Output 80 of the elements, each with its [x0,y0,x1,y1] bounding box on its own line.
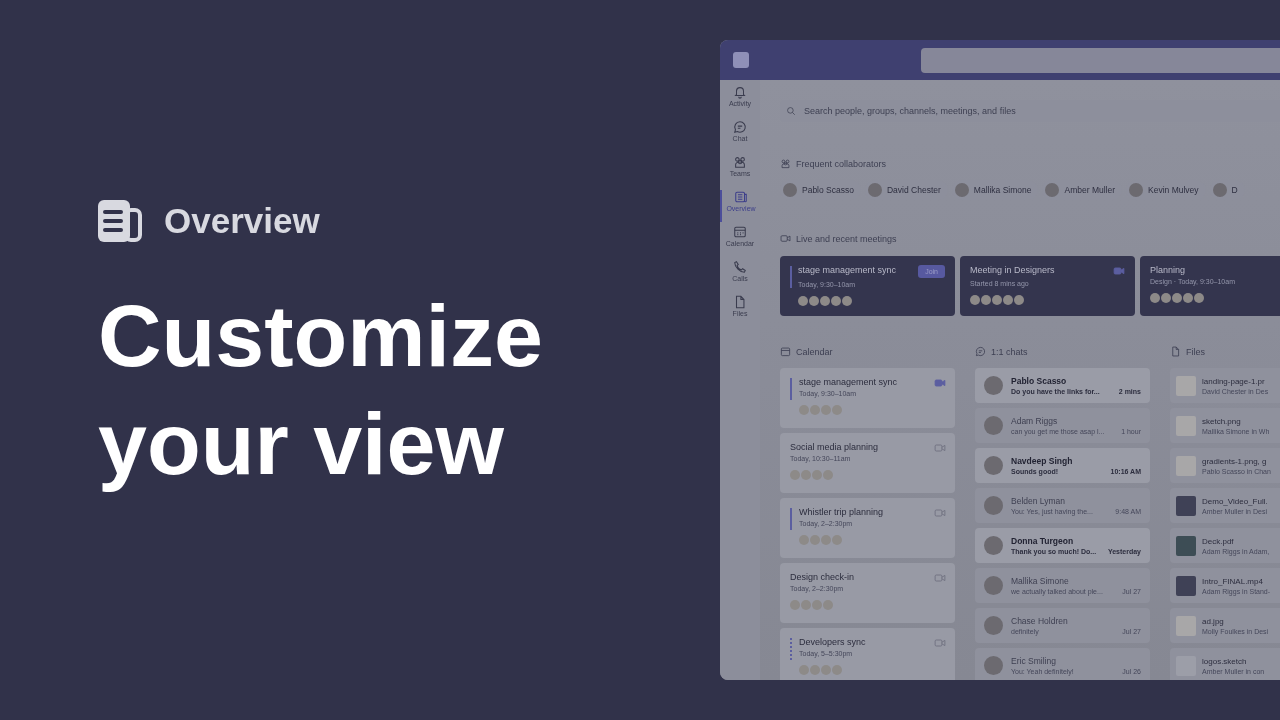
avatar-icon [1129,183,1144,197]
file-name: gradients-1.png, g [1202,456,1268,466]
people-icon [780,158,791,169]
image-thumbnail [1176,615,1196,636]
event-marker [790,378,792,400]
pdf-thumbnail [1176,535,1196,556]
section-heading: Live and recent meetings [796,233,897,244]
people-icon [733,155,747,169]
calendar-icon [733,225,747,239]
event-title: Design check-in [790,572,856,582]
bell-icon [733,85,747,99]
title-search-field[interactable] [921,47,1280,73]
phone-icon [733,260,747,274]
section-title: Overview [164,201,320,241]
section-heading: Files [1186,346,1205,357]
chat-icon [975,346,986,357]
chat-name: Mallika Simone [1011,576,1070,586]
image-thumbnail [1176,455,1196,476]
search-icon [786,106,796,116]
chat-name: Eric Smiling [1011,656,1057,666]
event-title: Developers sync [799,637,867,647]
meeting-title: stage management sync [798,265,897,275]
attendee-avatars-icon [799,535,842,545]
video-camera-icon [1113,265,1125,277]
file-name: Intro_FINAL.mp4 [1202,576,1264,586]
avatar-icon [984,416,1003,435]
event-marker [790,638,792,660]
event-title: stage management sync [799,377,899,387]
event-title: Social media planning [790,442,880,452]
attendee-avatars-icon [790,470,833,480]
avatar-icon [984,616,1003,635]
attendee-avatars-icon [799,665,842,675]
chat-name: Navdeep Singh [1011,456,1074,466]
file-name: ad.jpg [1202,616,1225,626]
file-icon [733,295,747,309]
avatar-icon [984,656,1003,675]
file-icon [1170,346,1181,357]
section-heading: Calendar [796,346,833,357]
avatar-icon [984,576,1003,595]
event-title: Whistler trip planning [799,507,885,517]
avatar-icon [783,183,797,197]
chat-name: Adam Riggs [1011,416,1059,426]
video-thumbnail [1176,495,1196,516]
video-camera-icon [780,233,791,244]
meeting-title: Meeting in Designers [970,265,1055,275]
chat-name: Donna Turgeon [1011,536,1075,546]
chat-name: Chase Holdren [1011,616,1069,626]
attendee-avatars-icon [790,600,833,610]
file-name: sketch.png [1202,416,1242,426]
overview-icon [98,200,142,242]
chat-name: Belden Lyman [1011,496,1067,506]
meeting-title: Planning [1150,265,1186,275]
avatar-icon [954,183,969,197]
attendee-avatars-icon [798,296,852,306]
image-thumbnail [1176,375,1196,396]
attendee-avatars-icon [799,405,842,415]
file-name: Deck.pdf [1202,536,1235,546]
image-thumbnail [1176,415,1196,436]
chat-icon [733,120,747,134]
app-logo-icon [733,52,749,68]
chat-name: Pablo Scasso [1011,376,1068,386]
avatar-icon [984,376,1003,395]
avatar-icon [1045,183,1060,197]
doc-icon [734,190,748,204]
event-marker [790,508,792,530]
attendee-avatars-icon [1150,293,1204,303]
headline: Customize your view [98,285,544,495]
section-heading: 1:1 chats [991,346,1028,357]
avatar-icon [984,536,1003,555]
video-thumbnail [1176,575,1196,596]
file-name: Demo_Video_Full. [1202,496,1268,506]
avatar-icon [984,496,1003,515]
calendar-icon [780,346,791,357]
avatar-icon [868,183,882,197]
attendee-avatars-icon [970,295,1024,305]
section-heading: Frequent collaborators [796,158,887,169]
file-name: landing-page-1.pr [1202,376,1266,386]
file-name: logos.sketch [1202,656,1248,666]
avatar-icon [1212,183,1227,197]
avatar-icon [984,456,1003,475]
